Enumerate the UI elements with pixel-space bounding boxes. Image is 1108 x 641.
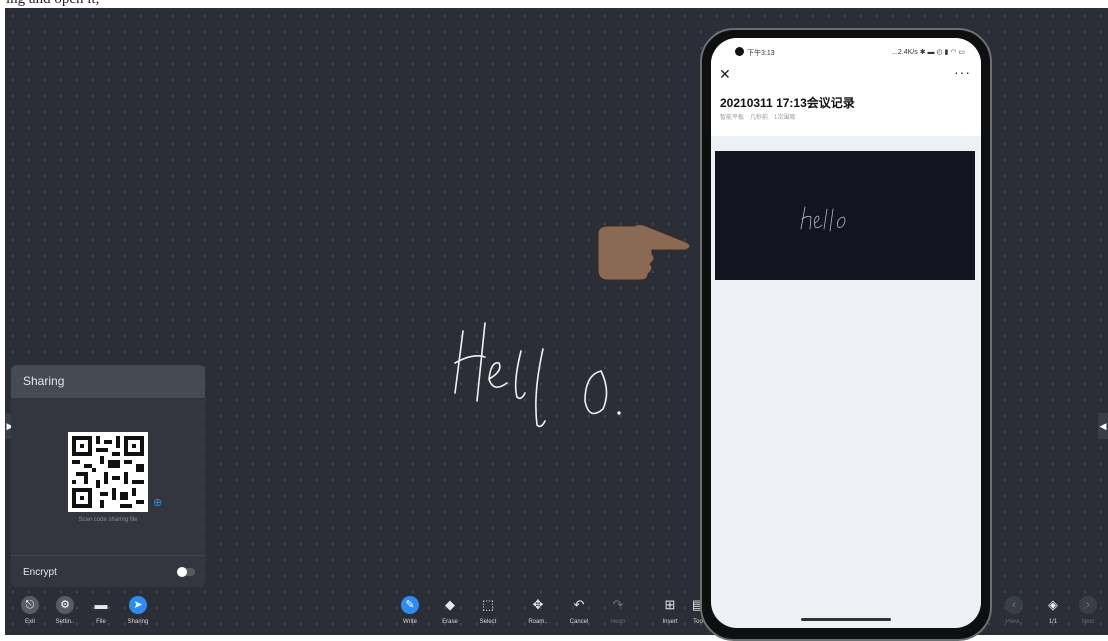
- document-meta: 智能平板 几秒前 1次围观: [720, 115, 796, 121]
- zoom-icon[interactable]: ⊕: [153, 497, 165, 509]
- next-page-button[interactable]: › Next: [1075, 596, 1101, 625]
- cancel-button[interactable]: ↶ Cancel: [564, 596, 594, 625]
- phone-screen: 下午3:13 ...2.4K/s ✱ ▬ ◴ ▮ ◠ ▭ ✕ ··· 20210…: [711, 38, 981, 628]
- prev-icon: ‹: [1005, 596, 1023, 614]
- redo-button[interactable]: ↷ Redo: [605, 596, 631, 625]
- phone-status-bar: 下午3:13 ...2.4K/s ✱ ▬ ◴ ▮ ◠ ▭: [711, 38, 981, 64]
- document-header: 20210311 17:13会议记录 智能平板 几秒前 1次围观: [711, 86, 981, 136]
- pen-icon: ✎: [401, 596, 419, 614]
- sharing-button[interactable]: ➤ Sharing: [123, 596, 153, 625]
- folder-icon: ▬: [94, 597, 108, 612]
- sharing-panel-title: Sharing: [11, 365, 205, 398]
- document-caption: ing and open it,: [0, 0, 1108, 8]
- share-icon: ➤: [129, 596, 147, 614]
- phone-nav-bar: ✕ ···: [711, 64, 981, 86]
- write-button[interactable]: ✎ Write: [397, 596, 423, 625]
- eraser-icon: ◆: [445, 597, 455, 612]
- select-icon: ⬚: [481, 597, 495, 612]
- pages-button[interactable]: ◈ 1/1: [1039, 596, 1067, 625]
- camera-icon: [735, 47, 744, 56]
- home-indicator: [801, 618, 891, 621]
- phone-time: 下午3:13: [747, 50, 775, 57]
- sharing-panel: Sharing ⊕ Scan code sharing file Encrypt: [11, 365, 205, 587]
- encrypt-toggle[interactable]: [177, 567, 195, 577]
- close-icon[interactable]: ✕: [719, 66, 731, 83]
- encrypt-row: Encrypt: [11, 555, 205, 587]
- insert-icon: ⊞: [664, 597, 676, 612]
- undo-icon: ↶: [573, 597, 585, 612]
- settings-icon: ⚙: [56, 596, 74, 614]
- select-button[interactable]: ⬚ Select: [475, 596, 501, 625]
- document-title: 20210311 17:13会议记录: [720, 96, 855, 110]
- pages-icon: ◈: [1048, 597, 1058, 612]
- qr-code: [68, 432, 148, 512]
- file-button[interactable]: ▬ File: [90, 596, 112, 625]
- exit-icon: ⎋: [21, 596, 39, 614]
- roam-icon: ✥: [532, 597, 544, 612]
- encrypt-label: Encrypt: [23, 567, 57, 578]
- next-icon: ›: [1079, 596, 1097, 614]
- phone-status-icons: ...2.4K/s ✱ ▬ ◴ ▮ ◠ ▭: [892, 49, 965, 56]
- settings-button[interactable]: ⚙ Settin..: [50, 596, 80, 625]
- phone-mockup: 下午3:13 ...2.4K/s ✱ ▬ ◴ ▮ ◠ ▭ ✕ ··· 20210…: [700, 28, 992, 641]
- snapshot-handwriting: [800, 206, 846, 232]
- erase-button[interactable]: ◆ Erase: [437, 596, 463, 625]
- redo-icon: ↷: [612, 597, 624, 612]
- pointing-hand-icon: [597, 224, 691, 281]
- handwriting-hello: [454, 322, 621, 428]
- more-options-icon[interactable]: ···: [954, 64, 971, 80]
- whiteboard-snapshot[interactable]: [715, 151, 975, 280]
- previous-page-button[interactable]: ‹ Previ..: [1000, 596, 1028, 625]
- right-expand-arrow-icon[interactable]: ◀: [1098, 413, 1108, 439]
- exit-button[interactable]: ⎋ Exit: [19, 596, 41, 625]
- roam-button[interactable]: ✥ Roam..: [523, 596, 553, 625]
- scan-code-hint: Scan code sharing file: [78, 517, 138, 523]
- insert-button[interactable]: ⊞ Insert: [657, 596, 683, 625]
